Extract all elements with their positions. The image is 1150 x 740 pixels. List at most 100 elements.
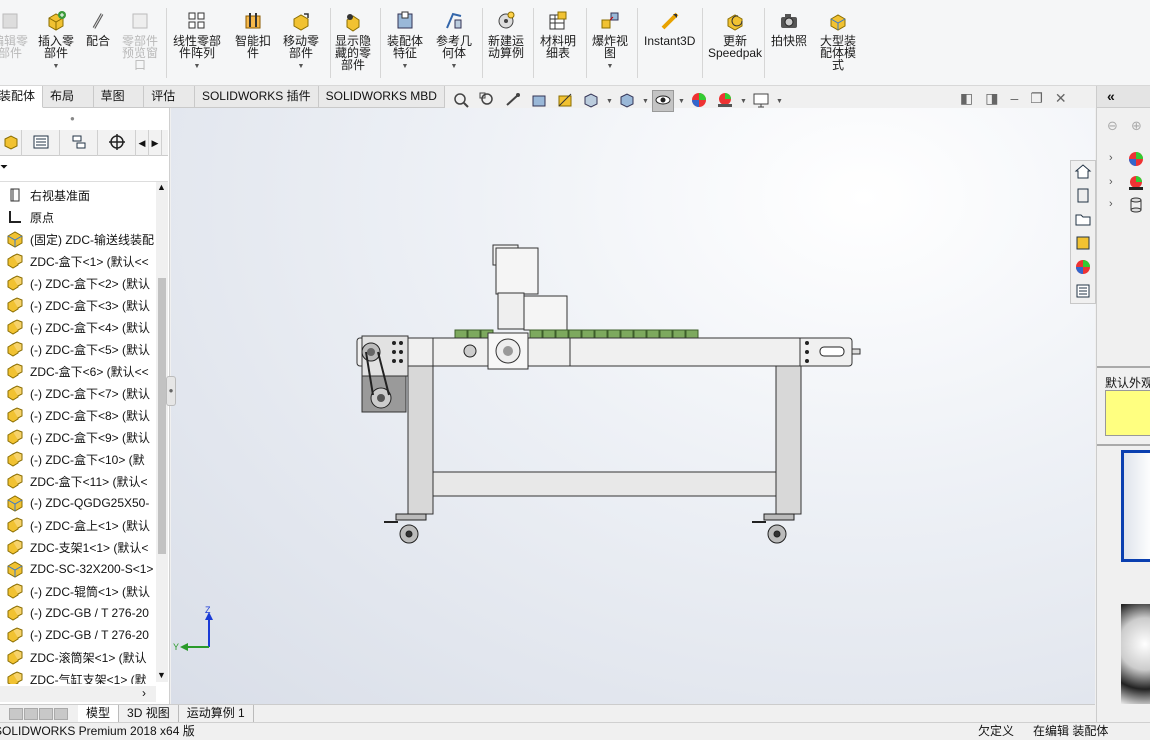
linear-pattern-button[interactable]: 线性零部 件阵列 ▼	[173, 10, 221, 73]
scenes-folder-icon[interactable]	[1127, 174, 1145, 195]
property-manager-tab[interactable]	[22, 130, 60, 156]
tree-item[interactable]: (-) ZDC-盒下<8> (默认	[0, 404, 156, 426]
edit-component-button[interactable]: 编辑零 部件	[0, 10, 28, 59]
feature-manager-tab[interactable]	[0, 130, 22, 156]
tree-item[interactable]: ZDC-盒下<1> (默认<<	[0, 250, 156, 272]
configuration-manager-tab[interactable]	[60, 130, 98, 156]
appearance-preview-selected[interactable]	[1121, 450, 1150, 562]
tree-item[interactable]: (-) ZDC-QGDG25X50-	[0, 492, 156, 514]
smart-fasteners-button[interactable]: 智能扣 件	[235, 10, 271, 59]
chevron-right-icon[interactable]: ›	[1109, 198, 1113, 210]
tree-item[interactable]: (-) ZDC-盒上<1> (默认	[0, 514, 156, 536]
graphics-area[interactable]: Z Y	[171, 108, 1095, 704]
scrollbar-thumb[interactable]	[158, 278, 166, 554]
tree-item[interactable]: ZDC-盒下<11> (默认<	[0, 470, 156, 492]
tabs-scroll-right[interactable]: ▶	[149, 130, 162, 156]
tree-item[interactable]: (-) ZDC-盒下<2> (默认	[0, 272, 156, 294]
view-orientation-button[interactable]	[580, 90, 602, 112]
panel-splitter-handle[interactable]: ●	[166, 376, 176, 406]
chevron-down-icon[interactable]: ▼	[776, 98, 783, 105]
chevron-right-icon[interactable]: ›	[1109, 152, 1113, 164]
tab-3d-views[interactable]: 3D 视图	[119, 704, 179, 723]
large-assembly-mode-button[interactable]: 大型装 配体模 式	[820, 10, 856, 71]
last-tab-button[interactable]	[54, 707, 68, 720]
chevron-up-icon[interactable]: ▲	[157, 182, 166, 192]
collapse-task-pane-button[interactable]: «	[1097, 86, 1150, 108]
first-tab-button[interactable]	[9, 707, 23, 720]
hide-show-items-button[interactable]	[652, 90, 674, 112]
tile-right-icon[interactable]: ◨	[985, 90, 998, 107]
tree-item[interactable]: ZDC-气缸支架<1> (默	[0, 668, 156, 684]
tabs-scroll-left[interactable]: ◀	[136, 130, 149, 156]
restore-icon[interactable]: ❐	[1030, 90, 1043, 107]
minimize-icon[interactable]: –	[1010, 90, 1018, 107]
chevron-down-icon[interactable]: ▼	[157, 670, 166, 680]
filter-icon[interactable]: ⏷	[0, 162, 8, 173]
tree-item[interactable]: (-) ZDC-盒下<5> (默认	[0, 338, 156, 360]
file-explorer-tab[interactable]	[1071, 209, 1095, 231]
solidworks-resources-tab[interactable]	[1071, 161, 1095, 183]
tree-item[interactable]: 右视基准面	[0, 184, 156, 206]
dimxpert-manager-tab[interactable]	[98, 130, 136, 156]
tab-layout[interactable]: 布局	[43, 86, 94, 108]
panel-grip-icon[interactable]: ●	[70, 114, 75, 123]
previous-view-button[interactable]	[502, 90, 524, 112]
custom-properties-tab[interactable]	[1071, 281, 1095, 303]
chevron-right-icon[interactable]: ›	[142, 686, 146, 700]
appearance-preview-item[interactable]	[1121, 604, 1150, 704]
appearances-folder-icon[interactable]	[1127, 150, 1145, 171]
tab-motion-study-1[interactable]: 运动算例 1	[179, 704, 254, 723]
tab-solidworks-mbd[interactable]: SOLIDWORKS MBD	[318, 86, 445, 108]
chevron-down-icon[interactable]: ▼	[678, 98, 685, 105]
tree-item[interactable]: (-) ZDC-辊筒<1> (默认	[0, 580, 156, 602]
appearances-tab[interactable]	[1071, 257, 1095, 279]
tab-assembly[interactable]: 装配体	[0, 86, 44, 108]
tree-item[interactable]: (-) ZDC-GB / T 276-20	[0, 624, 156, 646]
prev-tab-button[interactable]	[24, 707, 38, 720]
view-settings-button[interactable]	[750, 90, 772, 112]
tree-item[interactable]: (-) ZDC-盒下<7> (默认	[0, 382, 156, 404]
back-icon[interactable]: ⊖	[1107, 118, 1118, 134]
tab-model[interactable]: 模型	[78, 704, 120, 723]
dynamic-annotation-button[interactable]	[554, 90, 576, 112]
assembly-features-button[interactable]: 装配体 特征 ▼	[387, 10, 423, 73]
tree-item[interactable]: (-) ZDC-盒下<9> (默认	[0, 426, 156, 448]
apply-scene-button[interactable]	[714, 90, 736, 112]
tree-item[interactable]: (-) ZDC-盒下<4> (默认	[0, 316, 156, 338]
view-palette-tab[interactable]	[1071, 233, 1095, 255]
component-preview-button[interactable]: 零部件 预览窗 口	[122, 10, 158, 71]
tree-horizontal-scrollbar[interactable]: ›	[0, 686, 156, 702]
reference-geometry-button[interactable]: 参考几 何体 ▼	[436, 10, 472, 73]
show-hidden-components-button[interactable]: 显示隐 藏的零 部件	[335, 10, 371, 71]
tree-item[interactable]: (固定) ZDC-输送线装配	[0, 228, 156, 250]
zoom-to-area-button[interactable]	[476, 90, 498, 112]
edit-appearance-button[interactable]	[688, 90, 710, 112]
tree-item[interactable]: 原点	[0, 206, 156, 228]
update-speedpak-button[interactable]: 更新 Speedpak	[708, 10, 762, 59]
tree-item[interactable]: ZDC-SC-32X200-S<1>	[0, 558, 156, 580]
display-style-button[interactable]	[616, 90, 638, 112]
exploded-view-button[interactable]: 爆炸视 图 ▼	[592, 10, 628, 73]
tree-filter-row[interactable]: ⏷	[0, 156, 168, 182]
tree-item[interactable]: (-) ZDC-盒下<10> (默	[0, 448, 156, 470]
appearance-swatch[interactable]	[1105, 390, 1150, 436]
tab-solidworks-addins[interactable]: SOLIDWORKS 插件	[194, 86, 319, 108]
close-icon[interactable]: ✕	[1055, 90, 1067, 107]
chevron-down-icon[interactable]: ▼	[740, 98, 747, 105]
forward-icon[interactable]: ⊕	[1131, 118, 1142, 134]
instant3d-button[interactable]: Instant3D	[644, 10, 695, 47]
decals-folder-icon[interactable]	[1127, 196, 1145, 217]
tab-sketch[interactable]: 草图	[93, 86, 145, 108]
tree-vertical-scrollbar[interactable]: ▲ ▼	[156, 182, 168, 682]
tree-item[interactable]: (-) ZDC-GB / T 276-20	[0, 602, 156, 624]
next-tab-button[interactable]	[39, 707, 53, 720]
mate-button[interactable]: 配合	[86, 10, 110, 47]
insert-component-button[interactable]: 插入零 部件 ▼	[38, 10, 74, 73]
chevron-right-icon[interactable]: ›	[1109, 176, 1113, 188]
zoom-to-fit-button[interactable]	[450, 90, 472, 112]
move-component-button[interactable]: 移动零 部件 ▼	[283, 10, 319, 73]
section-view-button[interactable]	[528, 90, 550, 112]
chevron-down-icon[interactable]: ▼	[642, 98, 649, 105]
tree-item[interactable]: ZDC-支架1<1> (默认<	[0, 536, 156, 558]
tree-item[interactable]: ZDC-滚筒架<1> (默认	[0, 646, 156, 668]
